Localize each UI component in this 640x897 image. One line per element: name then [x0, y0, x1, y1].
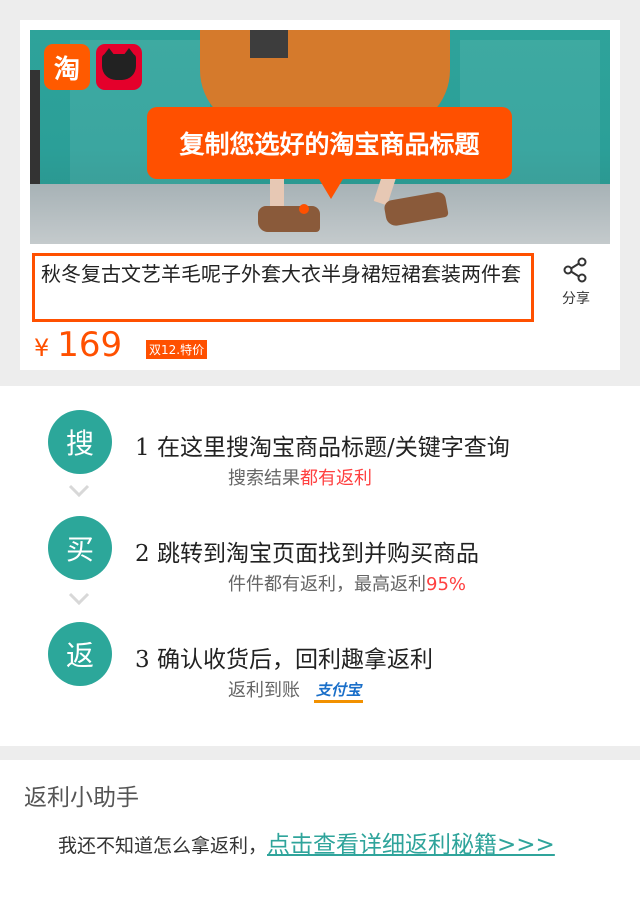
step-1-subtitle: 搜索结果都有返利	[228, 468, 372, 489]
tmall-cat-icon	[102, 48, 136, 80]
rebate-step-icon: 返	[48, 622, 112, 686]
chevron-down-icon	[68, 484, 90, 498]
price-value: 169	[57, 325, 123, 365]
product-image: 淘 复制您选好的淘宝商品标题	[30, 30, 610, 244]
shoe	[258, 206, 320, 232]
product-title[interactable]: 秋冬复古文艺羊毛呢子外套大衣半身裙短裙套装两件套	[32, 253, 534, 322]
step-3-title: 3 确认收货后，回利趣拿返利	[135, 647, 433, 673]
step-2-title: 2 跳转到淘宝页面找到并购买商品	[135, 541, 479, 567]
product-card: 淘 复制您选好的淘宝商品标题 秋冬复古文艺羊毛呢子外套大衣半身裙短裙套装两件套 …	[20, 20, 620, 370]
promo-badge: 双12.特价	[146, 340, 208, 359]
helper-title: 返利小助手	[24, 785, 139, 811]
share-button[interactable]: 分享	[548, 256, 604, 316]
step-2-subtitle: 件件都有返利，最高返利95%	[228, 574, 467, 595]
rebate-guide-link[interactable]: 点击查看详细返利秘籍>>>	[267, 832, 555, 858]
taobao-app-icon[interactable]: 淘	[44, 44, 90, 90]
product-section: 淘 复制您选好的淘宝商品标题 秋冬复古文艺羊毛呢子外套大衣半身裙短裙套装两件套 …	[0, 0, 640, 386]
currency-symbol: ¥	[34, 334, 50, 362]
chevron-down-icon	[68, 592, 90, 606]
alipay-logo: 支付宝	[314, 679, 364, 703]
share-label: 分享	[562, 291, 590, 307]
step-1-title: 1 在这里搜淘宝商品标题/关键字查询	[135, 435, 510, 461]
helper-text: 我还不知道怎么拿返利，	[58, 835, 268, 857]
helper-line: 我还不知道怎么拿返利，点击查看详细返利秘籍>>>	[58, 825, 555, 859]
share-icon	[563, 257, 587, 283]
steps-section: 搜 1 在这里搜淘宝商品标题/关键字查询 搜索结果都有返利 买 2 跳转到淘宝页…	[0, 386, 640, 746]
instruction-tooltip: 复制您选好的淘宝商品标题	[147, 107, 512, 199]
tmall-app-icon[interactable]	[96, 44, 142, 90]
search-step-icon: 搜	[48, 410, 112, 474]
section-divider	[0, 746, 640, 760]
step-3-subtitle: 返利到账 支付宝	[228, 679, 364, 703]
product-price: ¥169	[34, 325, 122, 365]
bag	[250, 30, 288, 58]
buy-step-icon: 买	[48, 516, 112, 580]
highlight-dot	[299, 204, 309, 214]
